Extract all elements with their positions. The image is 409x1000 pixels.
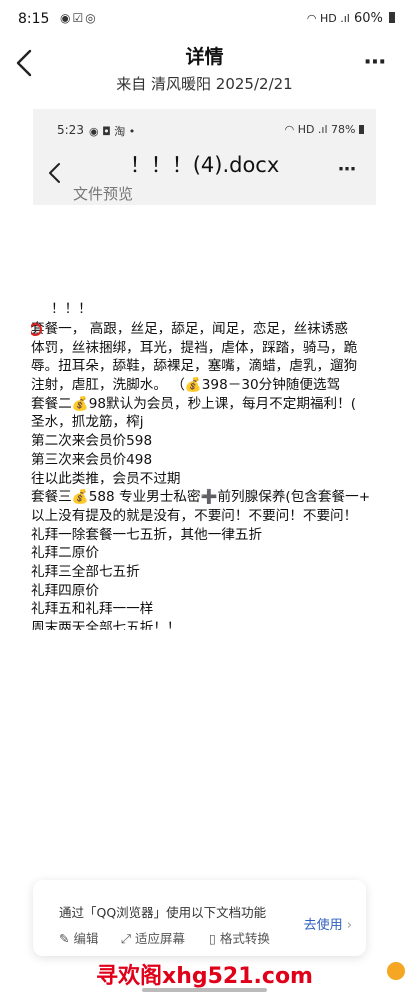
document-line: 注射，虐肛，洗脚水。 （💰398－30分钟随便选驾	[31, 377, 341, 394]
document-line: 礼拜五和礼拜一一样	[31, 601, 154, 618]
document-body: ！！！ 套餐一， 高跟，丝足，舔足，闻足，恋足，丝袜诱惑 体罚，丝袜捆绑，耳光，提…	[31, 300, 379, 630]
fit-screen-icon: ⤢	[121, 931, 132, 946]
use-now-button[interactable]: 去使用 ›	[304, 914, 352, 933]
embedded-battery-icon	[359, 125, 364, 134]
embedded-file-title: ！！！(4).docx	[129, 153, 280, 177]
embedded-notification-icons: ◉ ◘ 淘 •	[89, 125, 136, 138]
card-message: 通过「QQ浏览器」使用以下文档功能	[59, 905, 267, 920]
embedded-more-icon: ⋯	[338, 159, 356, 180]
check-icon: ☑	[72, 11, 86, 25]
qq-browser-card[interactable]: 通过「QQ浏览器」使用以下文档功能 ✎ 编辑 ⤢ 适应屏幕 ▯ 格式转换 去使用…	[33, 880, 366, 956]
embedded-status-right: ◠ HD .ıl 78%	[285, 123, 364, 136]
document-line: 辱。扭耳朵，舔鞋，舔裸足，塞嘴，滴蜡，虐乳，遛狗	[31, 358, 358, 375]
document-line: 礼拜三全部七五折	[31, 563, 140, 580]
document-line: 礼拜二原价	[31, 545, 99, 562]
edit-action[interactable]: ✎ 编辑	[59, 928, 98, 947]
edit-icon: ✎	[59, 931, 70, 946]
embedded-battery-level: 78%	[331, 123, 356, 136]
format-convert-action[interactable]: ▯ 格式转换	[209, 928, 270, 947]
document-line: 往以此类推，会员不过期	[31, 470, 181, 487]
document-lines: 套餐一， 高跟，丝足，舔足，闻足，恋足，丝袜诱惑 体罚，丝袜捆绑，耳光，提裆，虐体…	[31, 320, 379, 630]
fit-screen-action[interactable]: ⤢ 适应屏幕	[121, 928, 185, 947]
app-icon: ◎	[85, 11, 98, 25]
notification-icons: ◉☑◎	[60, 11, 98, 25]
status-right: ◠ HD .ıl 60%	[307, 11, 395, 26]
document-line: 以上没有提及的就是没有，不要问！不要问！不要问！	[31, 507, 358, 524]
document-line: 礼拜一除套餐一七五折，其他一律五折	[31, 526, 263, 543]
document-icon: ▯	[209, 931, 216, 946]
status-time: 8:15	[18, 11, 50, 27]
embedded-screenshot[interactable]: 5:23 ◉ ◘ 淘 • ◠ HD .ıl 78% ！！！(4).docx ⋯ …	[33, 109, 376, 205]
more-options-icon[interactable]: ⋯	[364, 50, 387, 75]
embedded-status-time: 5:23	[57, 123, 84, 137]
floating-app-icon[interactable]	[387, 962, 405, 980]
home-indicator[interactable]	[142, 988, 267, 992]
embedded-wifi-icon: ◠ HD .ıl	[284, 123, 328, 136]
document-line: 体罚，丝袜捆绑，耳光，提裆，虐体，踩踏，骑马，跪	[31, 339, 358, 356]
document-line: 套餐三💰588 专业男士私密➕前列腺保养(包含套餐一+	[31, 489, 371, 506]
document-line: 第三次来会员价498	[31, 451, 153, 468]
page-subtitle: 来自 清风暖阳 2025/2/21	[116, 75, 293, 93]
document-line: 周末两天全部七五折！！	[31, 620, 181, 630]
document-title: ！！！	[51, 301, 92, 317]
document-line: 礼拜四原价	[31, 582, 99, 599]
wechat-icon: ◉	[60, 11, 73, 25]
document-line: 套餐二💰98默认为会员，秒上课，每月不定期福利！(	[31, 395, 356, 412]
embedded-file-subtitle: 文件预览	[73, 185, 134, 203]
edit-label: 编辑	[73, 931, 99, 946]
document-line: 圣水，抓龙筋，榨j	[31, 414, 144, 431]
document-line: 套餐一， 高跟，丝足，舔足，闻足，恋足，丝袜诱惑	[31, 321, 348, 337]
watermark: 寻欢阁xhg521.com	[96, 964, 313, 989]
page-title: 详情	[185, 46, 224, 68]
format-convert-label: 格式转换	[219, 931, 270, 946]
battery-level: 60%	[353, 11, 383, 26]
document-line: 第二次来会员价598	[31, 433, 153, 450]
chevron-right-icon: ›	[346, 918, 352, 933]
use-now-label: 去使用	[303, 918, 343, 933]
battery-icon	[389, 12, 395, 23]
wifi-icon: ◠ HD .ıl	[306, 12, 350, 25]
fit-screen-label: 适应屏幕	[135, 931, 186, 946]
